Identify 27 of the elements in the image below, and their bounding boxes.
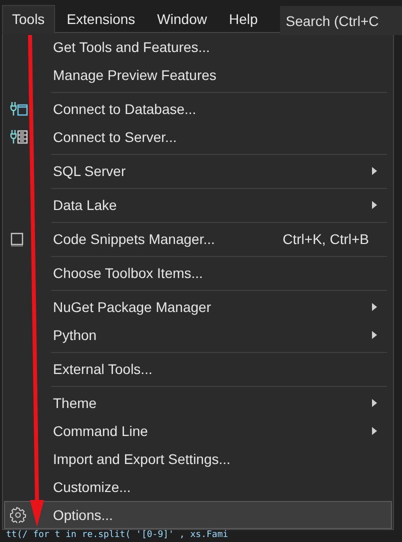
menu-bar-item[interactable]: Extensions [56,4,146,34]
settings-icon [10,507,26,523]
menu-item[interactable]: SQL Server [4,157,392,185]
menu-bar-item[interactable]: Window [147,4,217,34]
menu-item[interactable]: Choose Toolbox Items... [4,259,392,287]
menu-item[interactable]: Data Lake [4,191,392,219]
menu-item[interactable]: Command Line [4,417,392,445]
search-field[interactable]: Search (Ctrl+C [280,6,402,34]
snippet-icon [10,232,24,246]
menu-item[interactable]: Get Tools and Features... [4,33,392,61]
menu-item[interactable]: Connect to Database... [4,95,392,123]
shortcut-label: Ctrl+K, Ctrl+B [282,231,369,247]
menu-item[interactable]: Options... [4,501,392,529]
menu-item[interactable]: Python [4,321,392,349]
menu-item[interactable]: External Tools... [4,355,392,383]
menu-item[interactable]: Manage Preview Features [4,61,392,89]
menu-bar-item[interactable]: Tools [2,4,55,34]
code-line: tt(/ for t in re.split( '[0-9]' , xs.Fami [5,530,230,540]
menu-bar-item[interactable]: Help [218,4,268,34]
server-plug-icon [10,129,28,145]
database-plug-icon [10,101,28,117]
menu-item[interactable]: Code Snippets Manager... Ctrl+K, Ctrl+B [4,225,392,253]
menu-item[interactable]: Customize... [4,473,392,501]
menu-item[interactable]: NuGet Package Manager [4,293,392,321]
menu-item[interactable]: Connect to Server... [4,123,392,151]
menu-item[interactable]: Theme [4,389,392,417]
menu-item[interactable]: Import and Export Settings... [4,445,392,473]
